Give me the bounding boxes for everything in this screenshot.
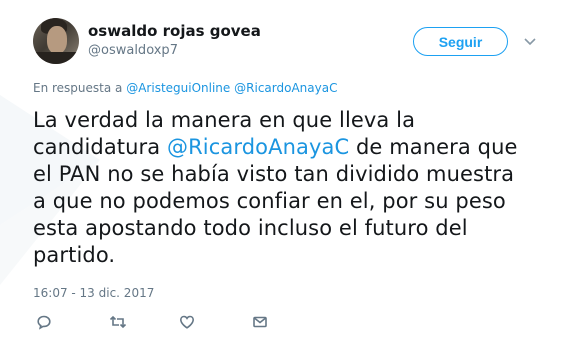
reply-context: En respuesta a @AristeguiOnline @Ricardo… [33,81,337,95]
tweet-line: esta apostando todo incluso el futuro de… [33,216,468,240]
tweet-line: La verdad la manera en que lleva la [33,108,416,132]
avatar[interactable] [33,18,79,64]
reply-mention-aristegui[interactable]: @AristeguiOnline [126,81,230,95]
tweet-text: La verdad la manera en que lleva la cand… [33,107,553,269]
tweet-line: el PAN no se había visto tan dividido mu… [33,162,515,186]
reply-icon[interactable] [34,312,54,332]
tweet-line: partido. [33,243,116,267]
like-icon[interactable] [177,312,197,332]
tweet-line: a que no podemos confiar en el, por su p… [33,189,506,213]
message-icon[interactable] [250,312,270,332]
user-handle[interactable]: @oswaldoxp7 [88,43,178,58]
tweet-actions [0,312,569,336]
retweet-icon[interactable] [108,312,128,332]
tweet-mention-ricardoanaya[interactable]: @RicardoAnayaC [167,135,349,159]
tweet-timestamp[interactable]: 16:07 - 13 dic. 2017 [33,286,154,300]
reply-prefix: En respuesta a [33,81,123,95]
reply-mention-ricardoanaya[interactable]: @RicardoAnayaC [234,81,337,95]
tweet-line: candidatura @RicardoAnayaC de manera que [33,135,518,159]
user-display-name[interactable]: oswaldo rojas govea [88,22,261,40]
chevron-down-icon[interactable] [522,33,538,49]
follow-button[interactable]: Seguir [413,27,508,56]
